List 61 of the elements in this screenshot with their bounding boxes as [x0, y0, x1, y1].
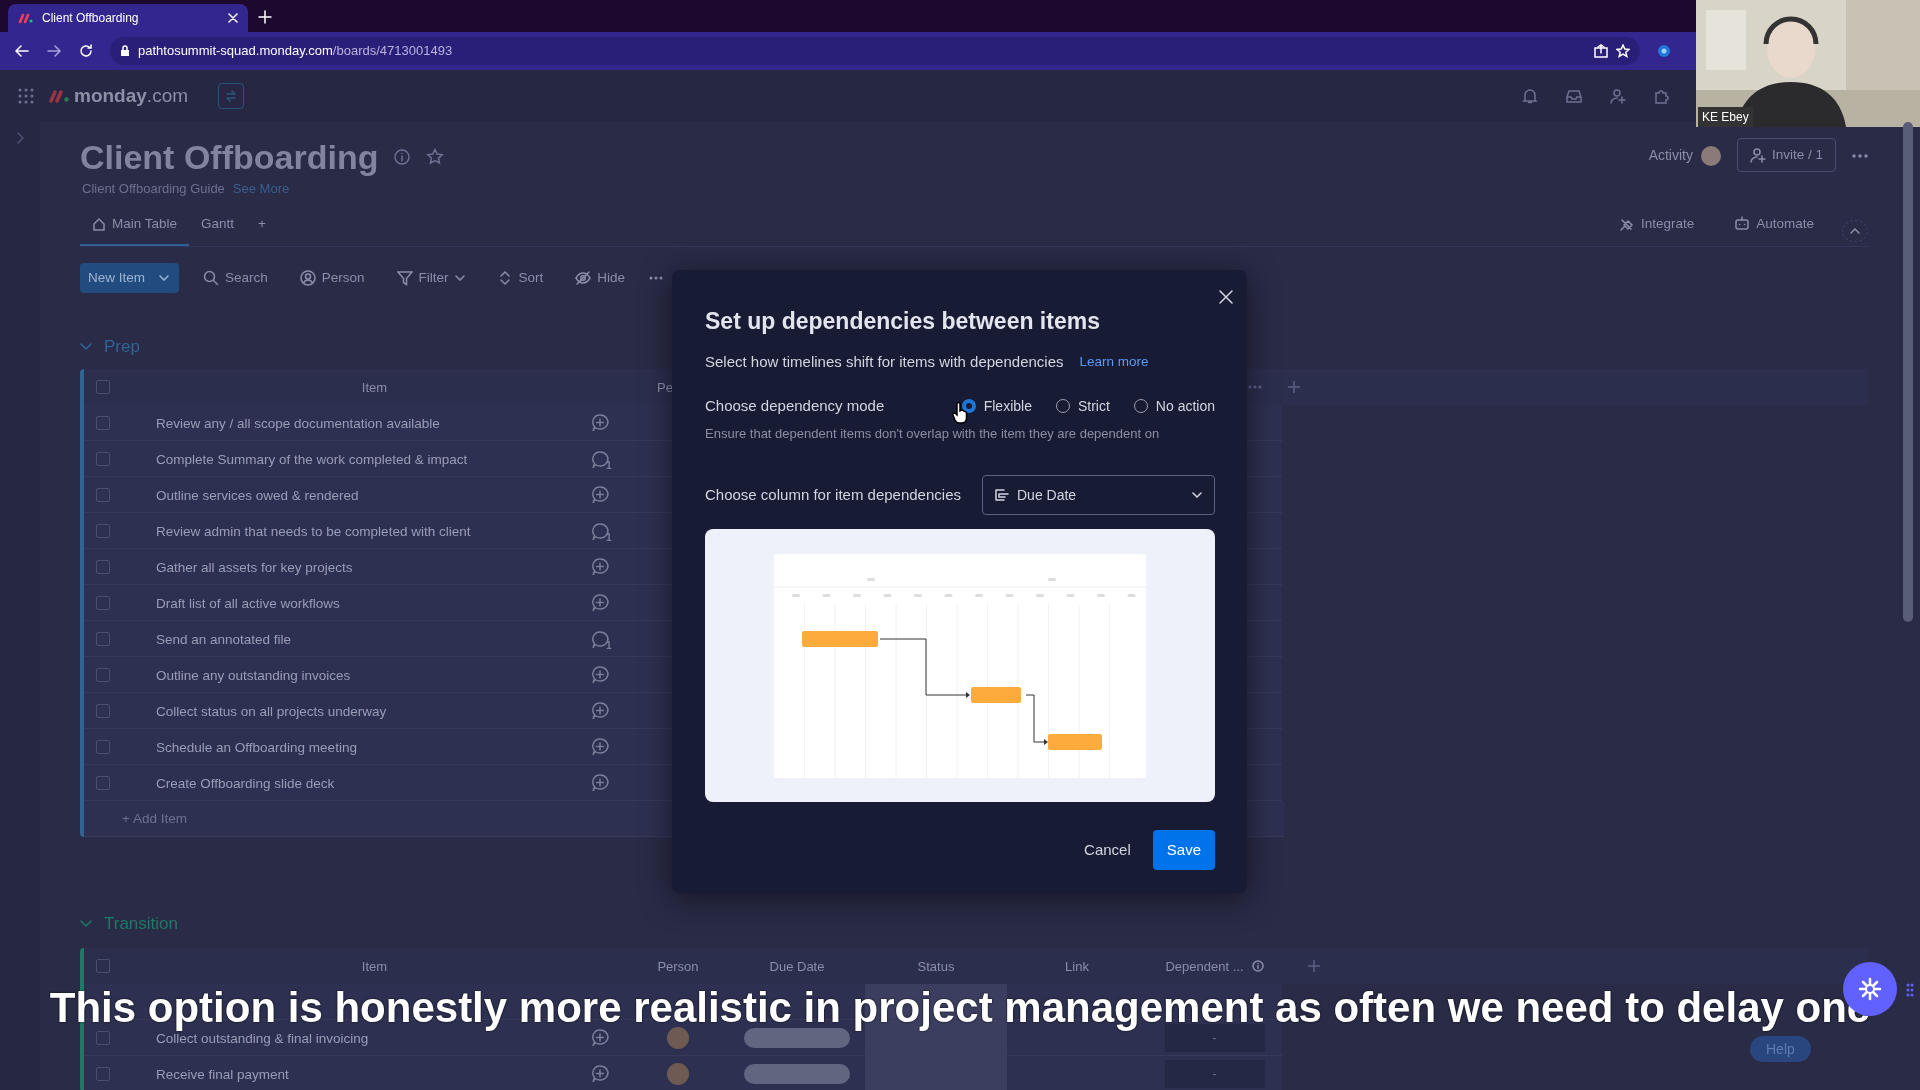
browser-tab[interactable]: Client Offboarding	[8, 4, 248, 32]
column-header: Due Date	[768, 957, 826, 976]
save-button[interactable]: Save	[1152, 830, 1215, 870]
item-name[interactable]: Outline services owed & rendered	[156, 487, 359, 503]
toolbar-button[interactable]: Search	[195, 264, 276, 293]
board-title: Client Offboarding	[80, 137, 379, 178]
toolbar-button[interactable]: Filter	[388, 264, 473, 293]
dialog-title: Set up dependencies between items	[705, 307, 1101, 336]
logo-text: monday.com	[74, 83, 189, 108]
activity-link[interactable]: Activity	[1648, 146, 1693, 164]
new-item-button[interactable]: New Item	[80, 263, 179, 294]
dialog-subtitle: Select how timelines shift for items with dependencies	[705, 351, 1064, 372]
updates-button[interactable]: 1	[589, 626, 610, 651]
item-name[interactable]: Collect outstanding & final invoicing	[156, 1030, 369, 1046]
group-title[interactable]: Transition	[104, 912, 178, 937]
invite-button[interactable]: Invite / 1	[1736, 137, 1836, 173]
item-name[interactable]: Create Offboarding slide deck	[156, 775, 335, 791]
item-name[interactable]: Draft list of all active workflows	[156, 595, 340, 611]
updates-button[interactable]: 1	[589, 518, 610, 543]
dependency-cell[interactable]: -	[1164, 1059, 1265, 1088]
board-description: Client Offboarding Guide	[82, 180, 225, 198]
column-dropdown[interactable]: Due Date	[982, 475, 1215, 515]
view-action-button[interactable]: Integrate	[1606, 208, 1707, 247]
field-label: Choose dependency mode	[705, 396, 886, 416]
radio-option[interactable]: No action	[1133, 395, 1215, 417]
column-header: Dependent ...	[1165, 957, 1244, 976]
field-label: Choose column for item dependencies	[705, 484, 962, 505]
column-header: Pe	[657, 378, 673, 397]
item-name[interactable]: Receive final payment	[156, 1066, 289, 1082]
toolbar-button[interactable]: Hide	[567, 264, 634, 293]
dependency-cell[interactable]: -	[1164, 1023, 1265, 1052]
updates-button[interactable]: 1	[589, 446, 610, 471]
item-name[interactable]: Complete Summary of the work completed & impact	[156, 451, 468, 467]
view-action-button[interactable]: Automate	[1722, 208, 1826, 247]
view-tab[interactable]: Main Table	[80, 208, 190, 247]
column-header: Link	[1064, 957, 1090, 976]
add-item-field[interactable]: + Add Item	[122, 808, 187, 829]
item-name[interactable]: Collect status on all projects underway	[156, 703, 387, 719]
radio-option[interactable]: Strict	[1055, 395, 1110, 417]
item-name[interactable]: Schedule an Offboarding meeting	[156, 739, 357, 755]
item-name[interactable]: Review any / all scope documentation available	[156, 415, 440, 431]
address-bar[interactable]: pathtosummit-squad.monday.com/boards/4713001493	[110, 37, 1640, 65]
item-name[interactable]: Outline any outstanding invoices	[156, 667, 351, 683]
toolbar-button[interactable]: Person	[291, 264, 373, 293]
toolbar-button[interactable]: Sort	[488, 264, 552, 293]
item-name[interactable]: Send an annotated file	[156, 631, 292, 647]
url-text: pathtosummit-squad.monday.com/boards/4713001493	[138, 42, 453, 61]
column-header: Person	[656, 957, 700, 976]
column-header: Item	[360, 957, 389, 976]
column-header: Item	[360, 378, 389, 397]
video-name-label: KE Ebey	[1698, 107, 1753, 127]
column-header: Status	[916, 957, 956, 976]
cancel-button[interactable]: Cancel	[1070, 830, 1145, 870]
learn-more-link[interactable]: Learn more	[1079, 351, 1149, 372]
item-name[interactable]: Review admin that needs to be completed with client	[156, 523, 471, 539]
item-name[interactable]: Gather all assets for key projects	[156, 559, 353, 575]
view-tab[interactable]: Gantt	[189, 208, 247, 247]
add-view-button[interactable]: +	[246, 208, 278, 247]
hint-text: Ensure that dependent items don't overlap with the item they are dependent on	[705, 424, 1161, 443]
group-title[interactable]: Prep	[104, 335, 140, 360]
tab-title: Client Offboarding	[42, 10, 140, 27]
